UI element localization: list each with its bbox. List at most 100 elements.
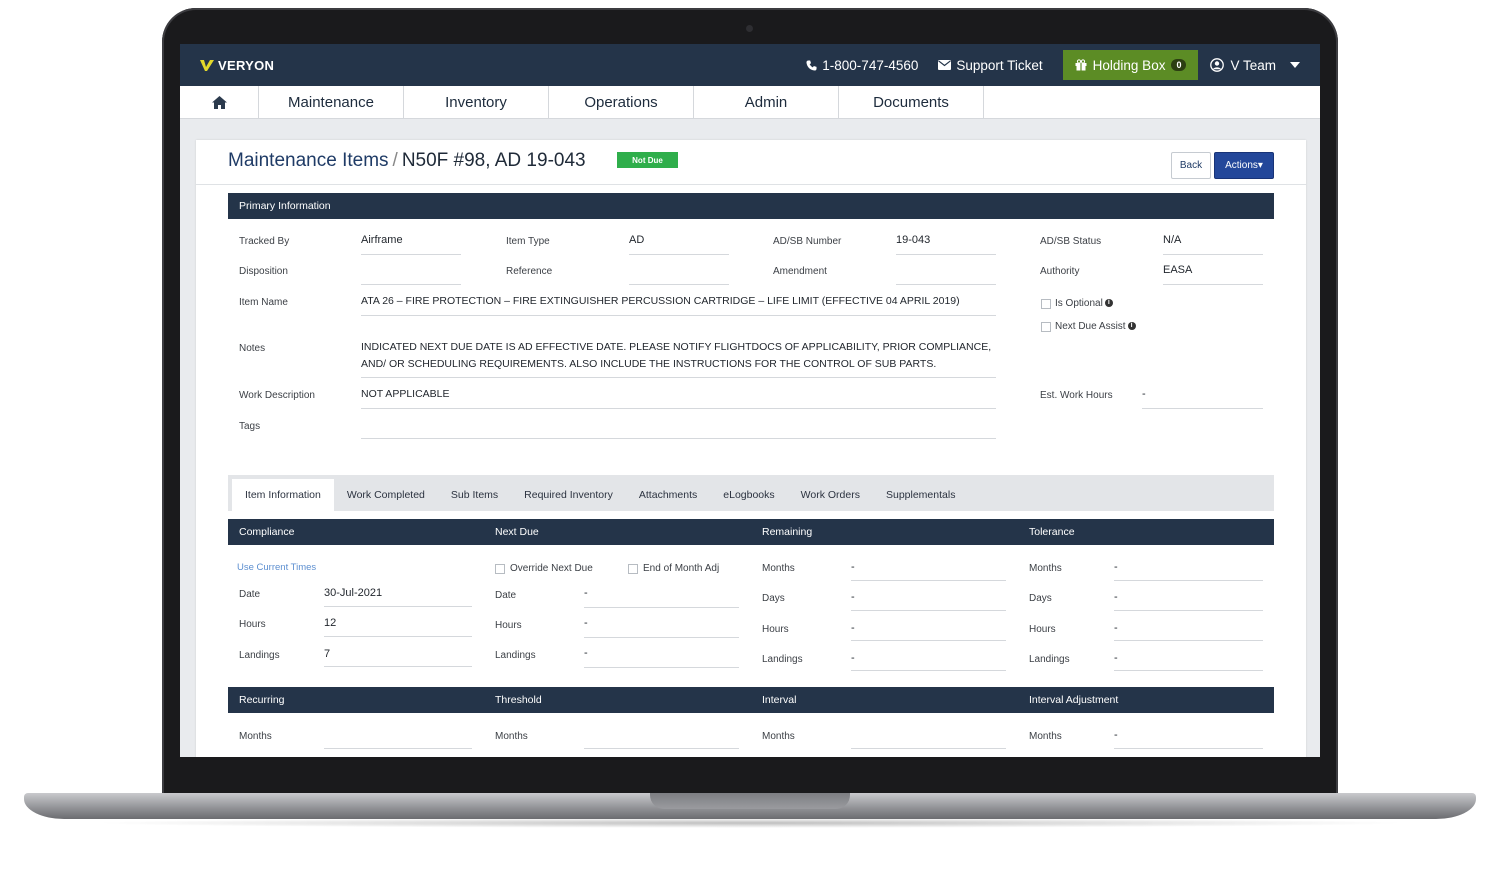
override-next-due-checkbox[interactable] bbox=[495, 564, 505, 574]
compliance-landings-value[interactable]: 7 bbox=[324, 648, 330, 660]
support-ticket-link[interactable]: Support Ticket bbox=[938, 57, 1043, 73]
tab-work-orders[interactable]: Work Orders bbox=[788, 479, 873, 511]
interval-title: Interval bbox=[762, 694, 797, 706]
user-name: V Team bbox=[1230, 57, 1276, 73]
top-bar-actions: 1-800-747-4560 Support Ticket Holding Bo… bbox=[806, 44, 1320, 86]
tab-elogbooks[interactable]: eLogbooks bbox=[710, 479, 787, 511]
next-due-assist-label: Next Due Assist i bbox=[1055, 321, 1136, 332]
tolerance-hours-value[interactable]: - bbox=[1114, 622, 1118, 634]
notes-line-2[interactable]: AND/ OR SCHEDULING REQUIREMENTS. ALSO IN… bbox=[361, 358, 936, 370]
item-type-value[interactable]: AD bbox=[629, 234, 644, 246]
next-due-date-underline bbox=[584, 607, 739, 608]
tab-work-completed[interactable]: Work Completed bbox=[334, 479, 438, 511]
work-description-value[interactable]: NOT APPLICABLE bbox=[361, 388, 450, 400]
tab-bar: Item Information Work Completed Sub Item… bbox=[228, 475, 1274, 511]
next-due-hours-value[interactable]: - bbox=[584, 617, 588, 629]
compliance-title: Compliance bbox=[239, 526, 295, 538]
compliance-hours-value[interactable]: 12 bbox=[324, 617, 336, 629]
est-work-hours-value[interactable]: - bbox=[1142, 388, 1146, 400]
tolerance-days-label: Days bbox=[1029, 593, 1052, 604]
next-due-landings-value[interactable]: - bbox=[584, 647, 588, 659]
nav-maintenance[interactable]: Maintenance bbox=[259, 86, 404, 118]
support-ticket-label: Support Ticket bbox=[956, 57, 1043, 73]
nav-admin[interactable]: Admin bbox=[694, 86, 839, 118]
tab-supplementals[interactable]: Supplementals bbox=[873, 479, 968, 511]
back-button[interactable]: Back bbox=[1171, 152, 1211, 179]
compliance-date-value[interactable]: 30-Jul-2021 bbox=[324, 587, 382, 599]
section-header-bar-2: Recurring Threshold Interval Interval Ad… bbox=[228, 687, 1274, 713]
logo[interactable]: VERYON bbox=[200, 54, 274, 76]
item-type-label: Item Type bbox=[506, 236, 550, 247]
section-header-bar-1: Compliance Next Due Remaining Tolerance bbox=[228, 519, 1274, 545]
interval-adjustment-months-value[interactable]: - bbox=[1114, 729, 1118, 741]
threshold-months-label: Months bbox=[495, 731, 528, 742]
user-menu[interactable]: V Team bbox=[1210, 58, 1300, 73]
adsb-number-value[interactable]: 19-043 bbox=[896, 234, 930, 246]
remaining-title: Remaining bbox=[762, 526, 813, 538]
primary-info-title: Primary Information bbox=[239, 200, 331, 212]
authority-value[interactable]: EASA bbox=[1163, 264, 1192, 276]
compliance-date-label: Date bbox=[239, 589, 261, 600]
top-bar: VERYON 1-800-747-4560 Support Ticket Hol… bbox=[180, 44, 1320, 86]
recurring-months-field[interactable] bbox=[324, 748, 472, 749]
tab-required-inventory[interactable]: Required Inventory bbox=[511, 479, 626, 511]
use-current-times-link[interactable]: Use Current Times bbox=[237, 562, 316, 573]
item-name-value[interactable]: ATA 26 – FIRE PROTECTION – FIRE EXTINGUI… bbox=[361, 295, 960, 307]
info-icon[interactable]: i bbox=[1127, 322, 1136, 331]
next-due-assist-checkbox[interactable] bbox=[1041, 322, 1051, 332]
is-optional-checkbox[interactable] bbox=[1041, 299, 1051, 309]
nav-documents[interactable]: Documents bbox=[839, 86, 984, 118]
interval-adjustment-months-label: Months bbox=[1029, 731, 1062, 742]
nav-operations[interactable]: Operations bbox=[549, 86, 694, 118]
disposition-field[interactable] bbox=[361, 284, 461, 285]
tab-item-information[interactable]: Item Information bbox=[232, 479, 334, 511]
compliance-landings-label: Landings bbox=[239, 650, 280, 661]
notes-line-1[interactable]: INDICATED NEXT DUE DATE IS AD EFFECTIVE … bbox=[361, 341, 991, 353]
nav-inventory[interactable]: Inventory bbox=[404, 86, 549, 118]
threshold-months-field[interactable] bbox=[584, 748, 739, 749]
compliance-landings-underline bbox=[324, 666, 472, 667]
main-nav: Maintenance Inventory Operations Admin D… bbox=[180, 86, 1320, 119]
tags-label: Tags bbox=[239, 421, 261, 432]
authority-label: Authority bbox=[1040, 266, 1080, 277]
tolerance-days-underline bbox=[1114, 610, 1263, 611]
tracked-by-value[interactable]: Airframe bbox=[361, 234, 403, 246]
reference-label: Reference bbox=[506, 266, 553, 277]
tags-field[interactable] bbox=[361, 438, 996, 439]
next-due-date-value[interactable]: - bbox=[584, 587, 588, 599]
next-due-date-label: Date bbox=[495, 590, 517, 601]
laptop-notch bbox=[650, 793, 850, 809]
interval-months-field[interactable] bbox=[851, 748, 1006, 749]
tolerance-landings-value[interactable]: - bbox=[1114, 652, 1118, 664]
primary-info-bar: Primary Information bbox=[228, 193, 1274, 219]
disposition-label: Disposition bbox=[239, 266, 288, 277]
tolerance-months-underline bbox=[1114, 580, 1263, 581]
tolerance-hours-label: Hours bbox=[1029, 624, 1056, 635]
tolerance-months-label: Months bbox=[1029, 563, 1062, 574]
holding-box-button[interactable]: Holding Box 0 bbox=[1062, 50, 1199, 80]
home-icon bbox=[211, 95, 227, 109]
holding-box-label: Holding Box bbox=[1092, 57, 1166, 73]
breadcrumb: Maintenance Items / N50F #98, AD 19-043 bbox=[228, 150, 586, 172]
interval-months-label: Months bbox=[762, 731, 795, 742]
next-due-hours-label: Hours bbox=[495, 620, 522, 631]
remaining-landings-label: Landings bbox=[762, 654, 803, 665]
tolerance-days-value[interactable]: - bbox=[1114, 591, 1118, 603]
nav-home[interactable] bbox=[180, 86, 259, 118]
tab-attachments[interactable]: Attachments bbox=[626, 479, 710, 511]
amendment-field[interactable] bbox=[896, 284, 996, 285]
info-icon[interactable]: i bbox=[1104, 299, 1113, 308]
tolerance-hours-underline bbox=[1114, 640, 1263, 641]
reference-field[interactable] bbox=[629, 284, 729, 285]
envelope-icon bbox=[938, 60, 952, 70]
tolerance-months-value[interactable]: - bbox=[1114, 561, 1118, 573]
phone-link[interactable]: 1-800-747-4560 bbox=[806, 58, 918, 73]
end-of-month-checkbox[interactable] bbox=[628, 564, 638, 574]
breadcrumb-root[interactable]: Maintenance Items bbox=[228, 150, 389, 171]
adsb-status-value[interactable]: N/A bbox=[1163, 234, 1181, 246]
actions-button[interactable]: Actions▾ bbox=[1214, 152, 1274, 179]
tab-sub-items[interactable]: Sub Items bbox=[438, 479, 511, 511]
interval-adjustment-title: Interval Adjustment bbox=[1029, 694, 1119, 706]
veryon-logo-icon bbox=[200, 60, 214, 71]
adsb-status-label: AD/SB Status bbox=[1040, 236, 1102, 247]
